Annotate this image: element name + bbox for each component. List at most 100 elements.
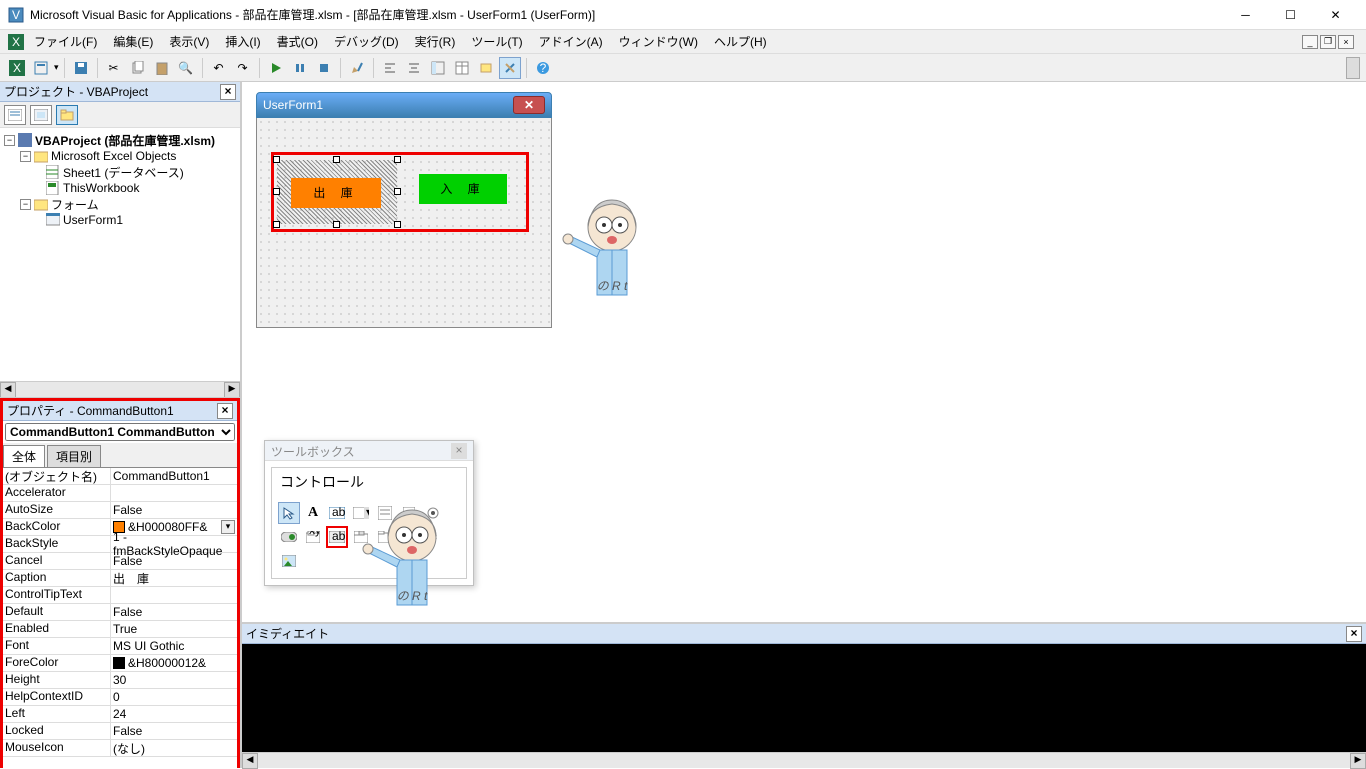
property-value[interactable]: False	[111, 553, 237, 569]
property-row[interactable]: MouseIcon(なし)	[3, 740, 237, 757]
spinbutton-tool-icon[interactable]	[422, 526, 444, 548]
tree-userform1[interactable]: UserForm1	[63, 213, 123, 227]
properties-grid[interactable]: (オブジェクト名)CommandButton1AcceleratorAutoSi…	[3, 468, 237, 768]
resize-handle[interactable]	[333, 156, 340, 163]
property-row[interactable]: Left24	[3, 706, 237, 723]
optionbutton-tool-icon[interactable]	[422, 502, 444, 524]
immediate-textarea[interactable]	[242, 644, 1366, 752]
menu-debug[interactable]: デバッグ(D)	[328, 33, 405, 50]
property-row[interactable]: ControlTipText	[3, 587, 237, 604]
mdi-close[interactable]: ×	[1338, 35, 1354, 49]
property-row[interactable]: LockedFalse	[3, 723, 237, 740]
property-value[interactable]: (なし)	[111, 740, 237, 756]
menu-help[interactable]: ヘルプ(H)	[708, 33, 773, 50]
property-row[interactable]: BackStyle1 - fmBackStyleOpaque	[3, 536, 237, 553]
run-icon[interactable]	[265, 57, 287, 79]
listbox-tool-icon[interactable]	[374, 502, 396, 524]
property-row[interactable]: Caption出 庫	[3, 570, 237, 587]
pointer-tool-icon[interactable]	[278, 502, 300, 524]
maximize-button[interactable]: ☐	[1268, 1, 1313, 29]
design-mode-icon[interactable]	[346, 57, 368, 79]
resize-handle[interactable]	[394, 188, 401, 195]
frame-tool-icon[interactable]: xy	[302, 526, 324, 548]
combobox-tool-icon[interactable]: ▾	[350, 502, 372, 524]
textbox-tool-icon[interactable]: ab	[326, 502, 348, 524]
resize-handle[interactable]	[273, 188, 280, 195]
tab-all[interactable]: 全体	[3, 445, 45, 467]
scroll-track[interactable]	[16, 382, 224, 397]
paste-icon[interactable]	[151, 57, 173, 79]
project-close-button[interactable]: ×	[220, 84, 236, 100]
tree-collapse-icon[interactable]: −	[20, 199, 31, 210]
property-value[interactable]: True	[111, 621, 237, 637]
align-center-icon[interactable]	[403, 57, 425, 79]
button-nyuuko[interactable]: 入 庫	[419, 174, 507, 204]
immediate-titlebar[interactable]: イミディエイト ×	[242, 624, 1366, 644]
tree-forms[interactable]: フォーム	[51, 196, 99, 213]
property-row[interactable]: FontMS UI Gothic	[3, 638, 237, 655]
property-value[interactable]: False	[111, 723, 237, 739]
property-row[interactable]: HelpContextID0	[3, 689, 237, 706]
menu-edit[interactable]: 編集(E)	[107, 33, 159, 50]
menu-window[interactable]: ウィンドウ(W)	[613, 33, 704, 50]
scroll-left-icon[interactable]: ◀	[0, 382, 16, 398]
property-row[interactable]: Height30	[3, 672, 237, 689]
menu-view[interactable]: 表示(V)	[163, 33, 215, 50]
undo-icon[interactable]: ↶	[208, 57, 230, 79]
property-value[interactable]: 24	[111, 706, 237, 722]
menu-format[interactable]: 書式(O)	[271, 33, 324, 50]
close-button[interactable]: ✕	[1313, 1, 1358, 29]
toolbox-icon[interactable]	[499, 57, 521, 79]
property-value[interactable]: 出 庫	[111, 570, 237, 586]
commandbutton-tool-icon[interactable]: ab	[326, 526, 348, 548]
tree-excel-objects[interactable]: Microsoft Excel Objects	[51, 149, 176, 163]
resize-handle[interactable]	[394, 221, 401, 228]
toolbox-close-button[interactable]: ×	[451, 443, 467, 459]
property-value[interactable]: CommandButton1	[111, 468, 237, 484]
multipage-tool-icon[interactable]	[374, 526, 396, 548]
minimize-button[interactable]: ─	[1223, 1, 1268, 29]
userform-titlebar[interactable]: UserForm1 ✕	[256, 92, 552, 118]
tree-collapse-icon[interactable]: −	[4, 135, 15, 146]
mdi-minimize[interactable]: _	[1302, 35, 1318, 49]
menu-file[interactable]: ファイル(F)	[28, 33, 103, 50]
toolbox-window[interactable]: ツールボックス × コントロール A ab ▾ xy ab	[264, 440, 474, 586]
resize-handle[interactable]	[273, 156, 280, 163]
redo-icon[interactable]: ↷	[232, 57, 254, 79]
save-icon[interactable]	[70, 57, 92, 79]
property-value[interactable]: 0	[111, 689, 237, 705]
immediate-close-button[interactable]: ×	[1346, 626, 1362, 642]
tree-sheet1[interactable]: Sheet1 (データベース)	[63, 164, 184, 181]
button-syukko[interactable]: 出 庫	[291, 178, 381, 208]
copy-icon[interactable]	[127, 57, 149, 79]
scroll-right-icon[interactable]: ▶	[1350, 753, 1366, 769]
menu-addin[interactable]: アドイン(A)	[533, 33, 609, 50]
cut-icon[interactable]: ✂	[103, 57, 125, 79]
property-row[interactable]: EnabledTrue	[3, 621, 237, 638]
resize-handle[interactable]	[394, 156, 401, 163]
property-value[interactable]: &H80000012&	[111, 655, 237, 671]
break-icon[interactable]	[289, 57, 311, 79]
userform-close-button[interactable]: ✕	[513, 96, 545, 114]
scroll-left-icon[interactable]: ◀	[242, 753, 258, 769]
object-selector[interactable]: CommandButton1 CommandButton	[5, 423, 235, 441]
align-left-icon[interactable]	[379, 57, 401, 79]
object-browser-icon[interactable]	[475, 57, 497, 79]
property-row[interactable]: ForeColor&H80000012&	[3, 655, 237, 672]
label-tool-icon[interactable]: A	[302, 502, 324, 524]
property-value[interactable]	[111, 485, 237, 501]
properties-close-button[interactable]: ×	[217, 403, 233, 419]
insert-module-icon[interactable]	[30, 57, 52, 79]
property-value[interactable]: 1 - fmBackStyleOpaque	[111, 536, 237, 552]
toolbar-overflow[interactable]	[1346, 57, 1360, 79]
property-value[interactable]: 30	[111, 672, 237, 688]
project-tree[interactable]: −VBAProject (部品在庫管理.xlsm) −Microsoft Exc…	[0, 128, 240, 398]
view-excel-icon[interactable]: X	[6, 57, 28, 79]
property-row[interactable]: Accelerator	[3, 485, 237, 502]
togglebutton-tool-icon[interactable]	[278, 526, 300, 548]
resize-handle[interactable]	[333, 221, 340, 228]
view-code-icon[interactable]	[4, 105, 26, 125]
toolbox-titlebar[interactable]: ツールボックス ×	[265, 441, 473, 461]
view-object-icon[interactable]	[30, 105, 52, 125]
property-row[interactable]: DefaultFalse	[3, 604, 237, 621]
